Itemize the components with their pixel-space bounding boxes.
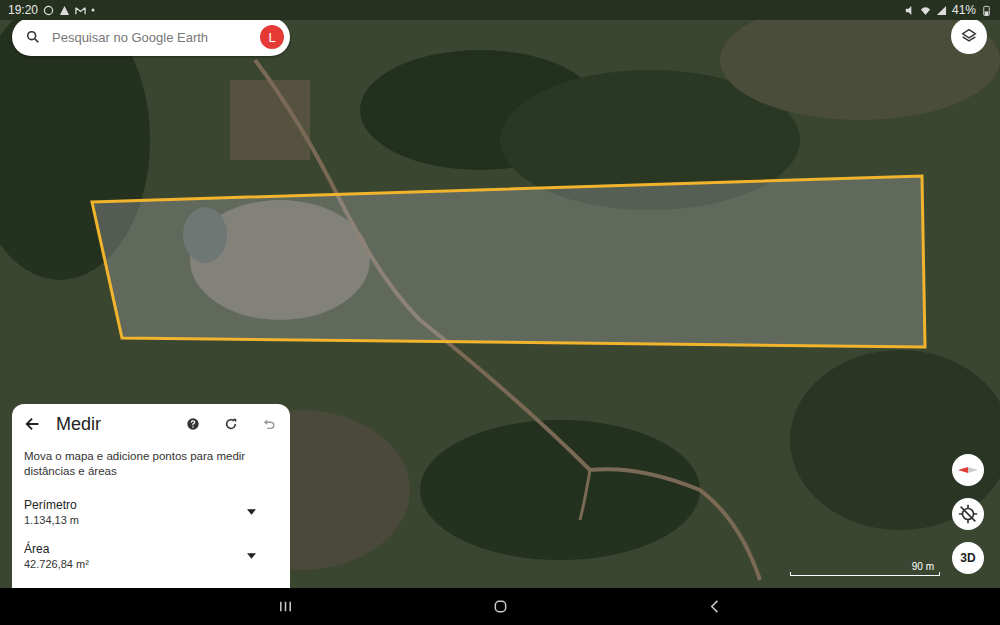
- 3d-button[interactable]: 3D: [952, 542, 984, 574]
- status-bar: 19:20 41%: [0, 0, 1000, 20]
- measurement-label: Perímetro: [24, 498, 79, 512]
- search-bar[interactable]: Pesquisar no Google Earth L: [12, 20, 290, 56]
- dropdown-caret-icon[interactable]: [247, 553, 256, 559]
- back-icon[interactable]: [708, 599, 723, 614]
- magnifier-icon: [26, 30, 40, 44]
- measurement-value: 42.726,84 m²: [24, 558, 89, 570]
- scale-line: [790, 572, 940, 576]
- measure-title: Medir: [56, 414, 172, 435]
- wifi-icon: [920, 5, 931, 16]
- refresh-icon[interactable]: [224, 417, 238, 431]
- measurement-label: Área: [24, 542, 89, 556]
- measured-area-polygon: [92, 176, 925, 347]
- home-icon[interactable]: [493, 599, 508, 614]
- scale-label: 90 m: [912, 561, 940, 572]
- signal-icon: [936, 5, 947, 16]
- measure-header: Medir: [24, 414, 276, 435]
- navigation-bar: [0, 588, 1000, 625]
- satellite-map[interactable]: Pesquisar no Google Earth L Medir Mova o…: [0, 20, 1000, 588]
- battery-icon: [981, 5, 992, 16]
- measurement-row[interactable]: Perímetro 1.134,13 m: [24, 492, 276, 536]
- notification-dot-icon: [91, 8, 95, 12]
- dropdown-caret-icon[interactable]: [247, 509, 256, 515]
- scale-bar: 90 m: [790, 561, 940, 576]
- whatsapp-icon: [43, 5, 54, 16]
- search-placeholder[interactable]: Pesquisar no Google Earth: [52, 30, 248, 45]
- help-icon[interactable]: [186, 417, 200, 431]
- undo-icon[interactable]: [262, 417, 276, 431]
- layers-icon: [960, 27, 978, 45]
- mute-icon: [904, 5, 915, 16]
- measure-panel: Medir Mova o mapa e adicione pontos para…: [12, 404, 290, 588]
- gmail-icon: [75, 5, 86, 16]
- compass-icon: [956, 458, 980, 482]
- recent-apps-icon[interactable]: [278, 599, 293, 614]
- status-time: 19:20: [8, 3, 38, 17]
- account-avatar[interactable]: L: [260, 25, 284, 49]
- measure-hint: Mova o mapa e adicione pontos para medir…: [24, 449, 276, 480]
- battery-percent: 41%: [952, 3, 976, 17]
- warning-icon: [59, 5, 70, 16]
- map-tools: 3D: [952, 454, 984, 574]
- compass-button[interactable]: [952, 454, 984, 486]
- back-arrow-icon[interactable]: [24, 415, 42, 433]
- google-earth-screen: 19:20 41% Pesquisar no Google Earth L Me…: [0, 0, 1000, 625]
- location-off-icon: [957, 503, 979, 525]
- location-button[interactable]: [952, 498, 984, 530]
- measurement-row[interactable]: Área 42.726,84 m²: [24, 536, 276, 580]
- measurement-value: 1.134,13 m: [24, 514, 79, 526]
